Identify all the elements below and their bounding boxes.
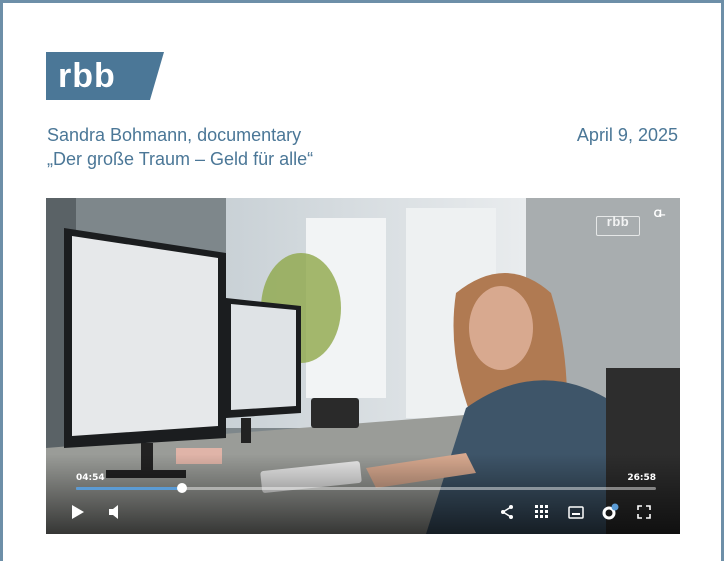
subtitles-icon bbox=[568, 505, 584, 519]
chapters-grid-icon bbox=[535, 505, 548, 518]
documentary-byline: Sandra Bohmann, documentary „Der große T… bbox=[47, 123, 313, 171]
settings-button[interactable] bbox=[598, 501, 622, 523]
scrubber-handle[interactable] bbox=[176, 483, 187, 493]
volume-button[interactable] bbox=[104, 501, 128, 523]
fullscreen-button[interactable] bbox=[632, 501, 656, 523]
duration: 26:58 bbox=[627, 473, 656, 483]
channel-watermark: rbb bbox=[606, 214, 630, 229]
publish-date: April 9, 2025 bbox=[576, 125, 678, 145]
subtitles-button[interactable] bbox=[564, 501, 588, 523]
current-time: 04:54 bbox=[76, 473, 105, 483]
settings-icon bbox=[602, 503, 619, 520]
svg-text:rbb: rbb bbox=[58, 57, 116, 95]
fullscreen-icon bbox=[637, 505, 651, 519]
chapters-button[interactable] bbox=[530, 501, 554, 523]
rbb-logo[interactable]: rbb bbox=[46, 52, 164, 100]
play-icon bbox=[72, 505, 84, 519]
progress-track[interactable] bbox=[76, 483, 656, 493]
byline-author: Sandra Bohmann, documentary bbox=[47, 125, 302, 145]
share-icon bbox=[501, 505, 513, 519]
audio-description-icon[interactable]: Ɑ̶ bbox=[654, 208, 662, 220]
progress-fill bbox=[76, 487, 182, 490]
volume-icon bbox=[109, 505, 118, 519]
byline-title: „Der große Traum – Geld für alle“ bbox=[47, 149, 314, 169]
video-player[interactable]: rbb Ɑ̶ 04:54 26:58 bbox=[46, 198, 680, 534]
play-button[interactable] bbox=[66, 501, 90, 523]
share-button[interactable] bbox=[495, 501, 519, 523]
